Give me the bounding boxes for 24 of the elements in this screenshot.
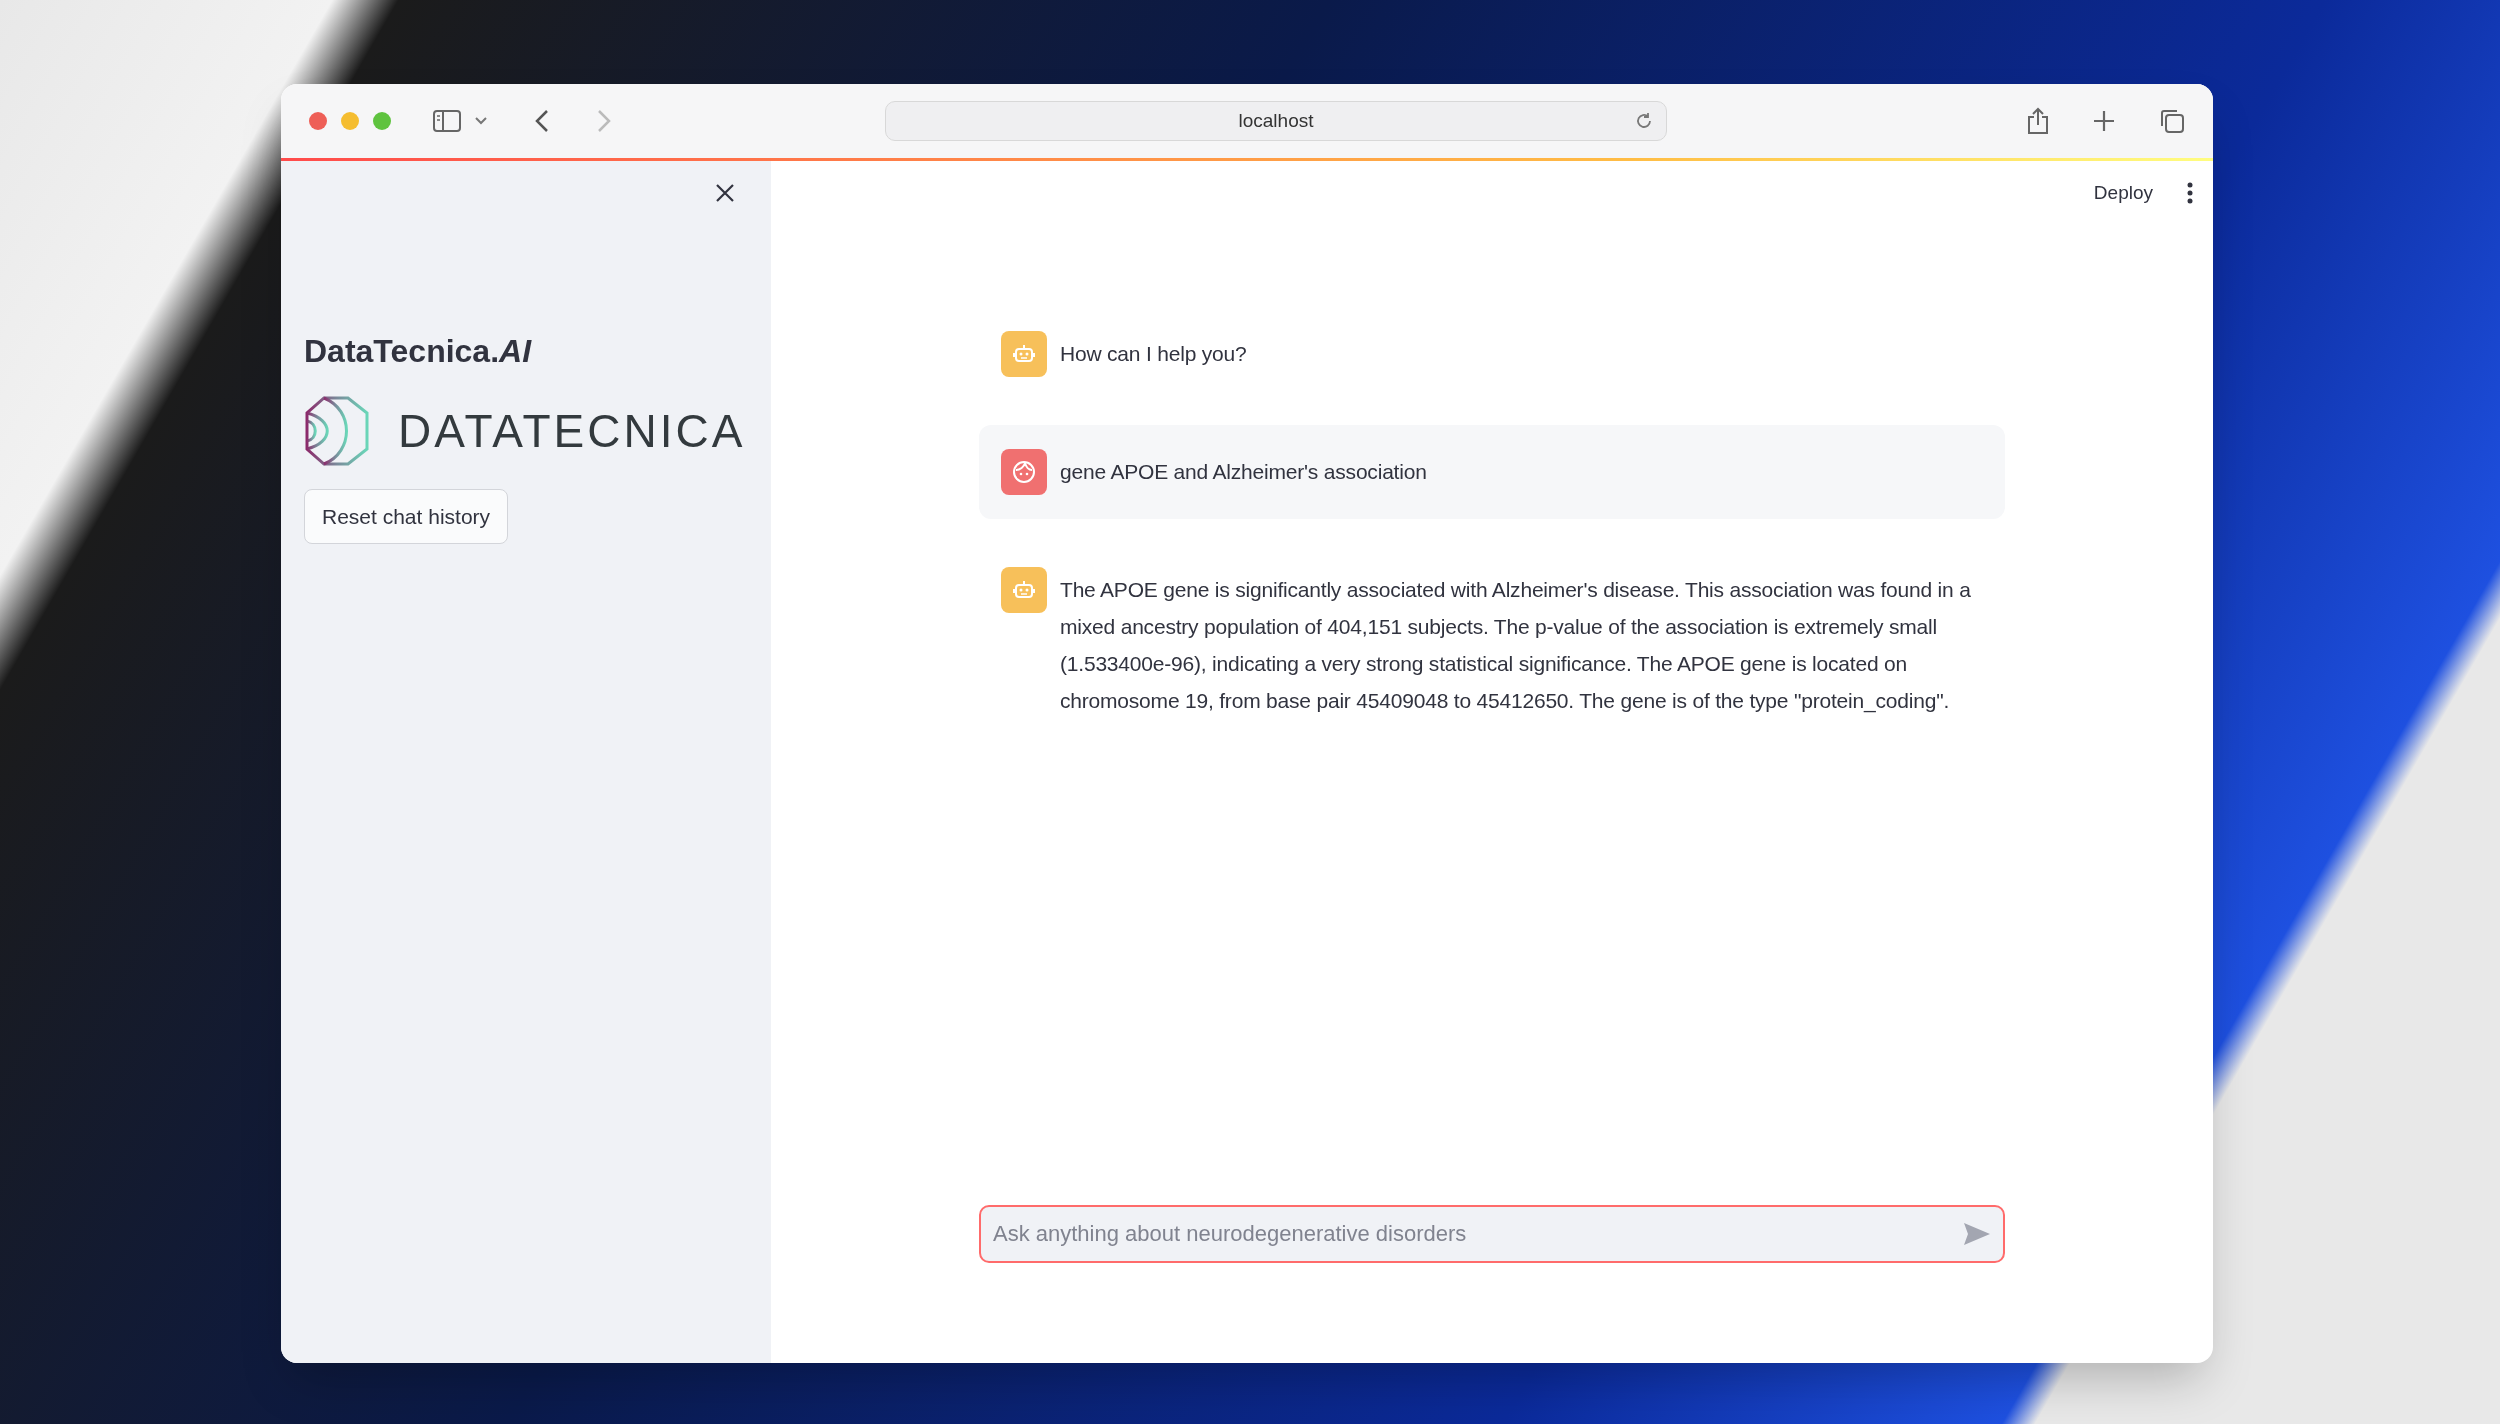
deploy-button[interactable]: Deploy <box>2089 175 2157 212</box>
message-text: The APOE gene is significantly associated with Alzheimer's disease. This association was found in a mixed ancestry population of 404,151 subjects. The p-value of the association is extremely small (1.533400e-96), indicating a very strong statistical significance. The APOE gene is located on chromosome 19, from base pair 45409048 to 45412650. The gene is of the type "protein_coding". <box>1060 577 1972 715</box>
chevron-down-icon[interactable] <box>475 117 487 125</box>
face-avatar-icon <box>1001 449 1047 495</box>
close-window-button[interactable] <box>309 112 327 130</box>
logo-text: DATATECNICA <box>398 408 746 454</box>
robot-avatar-icon <box>1001 567 1047 613</box>
reset-chat-history-button[interactable]: Reset chat history <box>304 489 509 544</box>
reload-icon[interactable] <box>1634 111 1654 131</box>
share-icon[interactable] <box>2027 107 2049 135</box>
sidebar-icon[interactable] <box>433 110 461 132</box>
message-text: gene APOE and Alzheimer's association <box>1060 459 1427 485</box>
url-text: localhost <box>1238 108 1314 133</box>
robot-avatar-icon <box>1001 331 1047 377</box>
hexagon-logo-icon <box>304 395 370 467</box>
message-text: How can I help you? <box>1060 341 1247 367</box>
chat-input-field[interactable]: Ask anything about neurodegenerative disorders <box>979 1205 2005 1263</box>
tabs-overview-icon[interactable] <box>2159 108 2185 134</box>
app-title: DataTecnica.AI <box>304 332 533 371</box>
back-icon[interactable] <box>535 109 549 133</box>
new-tab-icon[interactable] <box>2093 110 2115 132</box>
more-options-icon[interactable] <box>2187 182 2193 205</box>
close-icon[interactable] <box>715 183 735 203</box>
address-bar[interactable]: localhost <box>885 101 1667 141</box>
